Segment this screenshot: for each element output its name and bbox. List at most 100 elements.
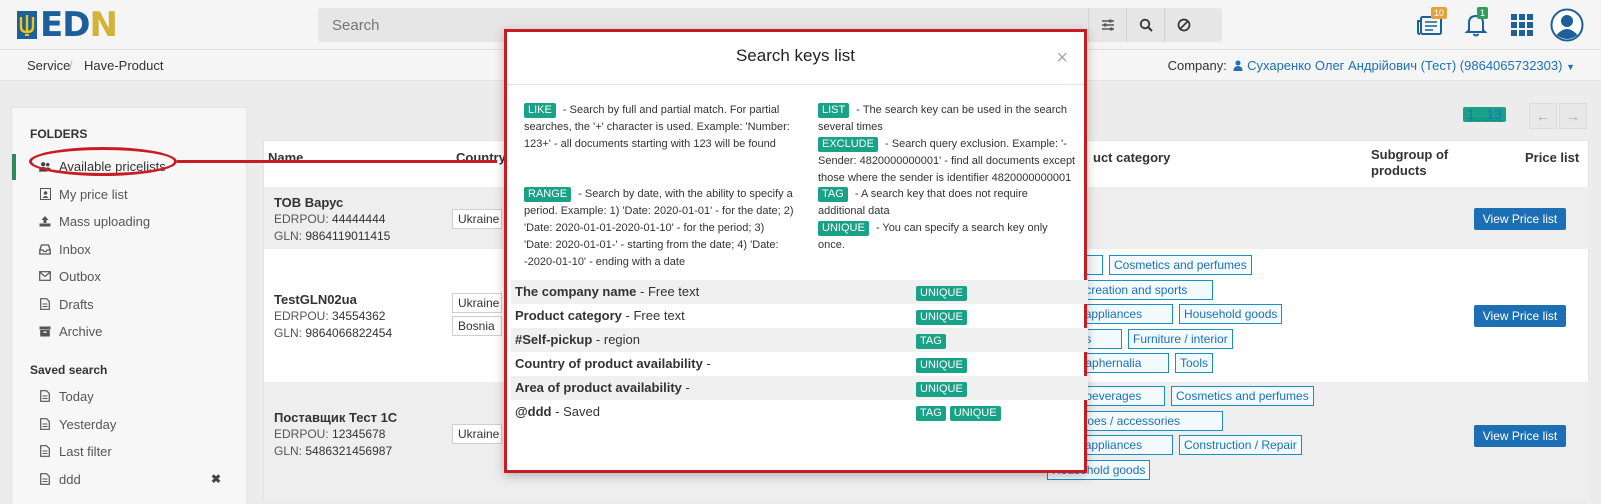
list-label: LIST — [818, 103, 850, 118]
edrpou-label: EDRPOU: — [274, 309, 329, 323]
search-button[interactable] — [1126, 8, 1164, 42]
key-desc: - region — [595, 332, 640, 347]
gln-value: 5486321456987 — [305, 444, 393, 458]
search-key-row[interactable]: Country of product availability - UNIQUE — [511, 352, 1088, 376]
edrpou-label: EDRPOU: — [274, 212, 329, 226]
sidebar-item-my-price-list[interactable]: My price list — [39, 184, 128, 204]
filter-settings-button[interactable] — [1088, 8, 1126, 42]
modal-divider — [507, 84, 1084, 85]
prev-page-button[interactable]: ← — [1529, 103, 1557, 129]
supplier-name: TestGLN02ua — [274, 292, 357, 307]
search-key-row[interactable]: #Self-pickup - region TAG — [511, 328, 1088, 352]
saved-search-today[interactable]: Today — [39, 386, 94, 406]
news-button[interactable]: 10 — [1413, 7, 1448, 42]
exclude-label: EXCLUDE — [818, 137, 878, 152]
company-selector[interactable]: Company: Сухаренко Олег Андрійович (Тест… — [1168, 58, 1575, 73]
key-tag: TAG — [916, 334, 946, 349]
key-tag: UNIQUE — [916, 310, 967, 325]
clear-search-button[interactable] — [1164, 8, 1202, 42]
saved-search-yesterday[interactable]: Yesterday — [39, 414, 116, 434]
supplier-edrpou: EDRPOU: 34554362 — [274, 309, 385, 323]
view-price-list-button[interactable]: View Price list — [1474, 305, 1566, 327]
grid-icon — [1511, 14, 1533, 36]
highlight-connector — [177, 160, 497, 163]
saved-search-label: Yesterday — [59, 416, 117, 432]
edrpou-value: 34554362 — [332, 309, 386, 323]
search-key-row[interactable]: Product category - Free text UNIQUE — [511, 304, 1088, 328]
key-name: Country of product availability — [515, 356, 703, 371]
category-tag: Construction / Repair — [1179, 435, 1302, 455]
saved-search-label: ddd — [59, 471, 81, 487]
view-price-list-button[interactable]: View Price list — [1474, 425, 1566, 447]
view-price-list-button[interactable]: View Price list — [1474, 208, 1566, 230]
range-label: RANGE — [524, 187, 572, 202]
key-name: The company name — [515, 284, 637, 299]
key-description-exclude: EXCLUDE - Search query exclusion. Exampl… — [818, 136, 1076, 187]
key-desc: - Free text — [625, 308, 685, 323]
supplier-edrpou: EDRPOU: 12345678 — [274, 427, 385, 441]
search-key-row[interactable]: The company name - Free text UNIQUE — [511, 280, 1088, 304]
sidebar-item-archive[interactable]: Archive — [39, 321, 102, 341]
sidebar-item-label: Inbox — [59, 241, 91, 257]
edin-logo[interactable]: EDN — [16, 5, 118, 45]
close-icon[interactable]: × — [1056, 48, 1068, 68]
user-menu-button[interactable] — [1550, 8, 1584, 42]
key-tag: UNIQUE — [949, 406, 1001, 421]
edrpou-value: 12345678 — [332, 427, 386, 441]
category-tag: Furniture / interior — [1128, 329, 1233, 349]
breadcrumb-service[interactable]: Service — [27, 58, 70, 73]
logo-text-n: N — [89, 5, 117, 45]
page-range[interactable]: 1...13 — [1463, 107, 1507, 122]
key-desc: - Free text — [640, 284, 700, 299]
key-name: Product category — [515, 308, 622, 323]
file-icon — [39, 418, 51, 430]
search-key-row[interactable]: Area of product availability - UNIQUE — [511, 376, 1088, 400]
tag-text: - A search key that does not require add… — [818, 188, 1028, 217]
list-text: - The search key can be used in the sear… — [818, 104, 1068, 133]
key-tag: UNIQUE — [916, 358, 967, 373]
supplier-name: ТОВ Варус — [274, 195, 344, 210]
sidebar-item-outbox[interactable]: Outbox — [39, 266, 101, 286]
company-label: Company: — [1167, 58, 1227, 73]
saved-search-ddd[interactable]: ddd — [39, 469, 81, 489]
breadcrumb-have-product: Have-Product — [84, 58, 164, 73]
key-name: Area of product availability — [515, 380, 682, 395]
notifications-button[interactable]: 1 — [1459, 7, 1493, 42]
pagination: 1...13 ← → — [1463, 103, 1593, 133]
key-name: #Self-pickup — [515, 332, 593, 347]
supplier-name: Поставщик Тест 1С — [274, 410, 398, 425]
key-description-like: LIKE - Search by full and partial match.… — [524, 102, 794, 153]
chevron-down-icon: ▼ — [1566, 62, 1575, 72]
inbox-icon — [39, 243, 51, 255]
saved-search-label: Last filter — [59, 443, 112, 459]
user-icon — [1233, 60, 1243, 71]
file-icon — [39, 390, 51, 402]
archive-icon — [39, 325, 51, 337]
sidebar-item-inbox[interactable]: Inbox — [39, 239, 91, 259]
key-desc: - — [706, 356, 711, 371]
company-value: Сухаренко Олег Андрійович (Тест) (986406… — [1247, 58, 1563, 73]
sidebar-item-mass-uploading[interactable]: Mass uploading — [39, 211, 150, 231]
highlight-ellipse — [29, 147, 177, 176]
ban-icon — [1177, 18, 1190, 32]
gln-label: GLN: — [274, 444, 303, 458]
apps-button[interactable] — [1505, 8, 1539, 42]
delete-saved-search-icon[interactable]: ✖ — [211, 472, 221, 486]
notifications-badge: 1 — [1477, 7, 1489, 19]
country-tag: Ukraine — [452, 209, 502, 229]
envelope-icon — [39, 270, 51, 282]
file-icon — [39, 298, 51, 310]
sidebar-item-drafts[interactable]: Drafts — [39, 294, 94, 314]
key-desc: - Saved — [555, 404, 600, 419]
file-icon — [39, 445, 51, 457]
search-keys-modal: Search keys list × LIKE - Search by full… — [504, 29, 1088, 473]
saved-search-last-filter[interactable]: Last filter — [39, 441, 112, 461]
file-icon — [39, 473, 51, 485]
next-page-button[interactable]: → — [1559, 103, 1587, 129]
sidebar-item-label: Outbox — [59, 268, 101, 284]
key-description-range: RANGE - Search by date, with the ability… — [524, 186, 794, 271]
category-tag: Tools — [1175, 353, 1214, 373]
id-card-icon — [39, 188, 51, 200]
search-key-row[interactable]: @ddd - Saved TAG UNIQUE — [511, 400, 1088, 424]
news-badge: 10 — [1431, 7, 1448, 19]
